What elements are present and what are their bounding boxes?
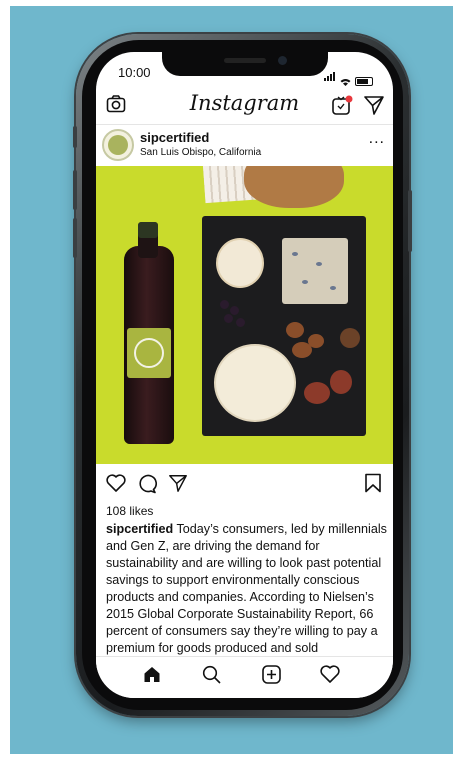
photo-cheese-vein xyxy=(302,280,308,284)
add-post-icon[interactable] xyxy=(262,665,281,684)
volume-down-button xyxy=(73,218,77,258)
status-icons xyxy=(324,68,373,86)
photo-blue-cheese xyxy=(282,238,348,304)
photo-label-seal xyxy=(134,338,164,368)
direct-message-icon[interactable] xyxy=(363,94,385,116)
photo-cheese-vein xyxy=(292,252,298,256)
caption-username[interactable]: sipcertified xyxy=(106,522,173,536)
bottom-tab-bar xyxy=(96,656,393,698)
photo-bread xyxy=(244,166,344,208)
likes-count[interactable]: 108 likes xyxy=(106,504,153,518)
battery-icon xyxy=(355,77,373,86)
photo-cheese-vein xyxy=(330,286,336,290)
photo-round-cheese xyxy=(216,238,264,288)
activity-heart-icon[interactable] xyxy=(320,665,340,683)
more-options-button[interactable]: ... xyxy=(369,130,385,148)
ig-header: Instagram xyxy=(96,86,393,125)
photo-grape xyxy=(230,306,239,315)
home-icon[interactable] xyxy=(143,665,161,683)
photo-brie xyxy=(214,344,296,422)
avatar-seal xyxy=(108,135,128,155)
photo-nut xyxy=(292,342,312,358)
caption-text: Today’s consumers, led by millennials an… xyxy=(106,522,387,655)
search-icon[interactable] xyxy=(202,665,221,684)
heart-icon[interactable] xyxy=(106,474,126,492)
photo-grape xyxy=(224,314,233,323)
post-caption: sipcertified Today’s consumers, led by m… xyxy=(106,521,390,656)
comment-icon[interactable] xyxy=(137,474,157,494)
photo-nut xyxy=(286,322,304,338)
speaker xyxy=(224,58,266,63)
post-location[interactable]: San Luis Obispo, California xyxy=(140,147,261,158)
signal-icon xyxy=(324,68,336,86)
post-header: sipcertified San Luis Obispo, California… xyxy=(96,126,393,166)
post-username[interactable]: sipcertified xyxy=(140,130,209,145)
photo-bottle-cap xyxy=(138,222,158,238)
photo-cheese-vein xyxy=(316,262,322,266)
bookmark-icon[interactable] xyxy=(364,473,382,493)
phone-screen: 10:00 Instagram sipcertified San Luis Ob… xyxy=(96,52,393,698)
photo-grape xyxy=(220,300,229,309)
status-time: 10:00 xyxy=(118,65,151,80)
photo-grape xyxy=(236,318,245,327)
photo-fig xyxy=(304,382,330,404)
wifi-icon xyxy=(340,79,351,86)
post-actions xyxy=(96,466,393,500)
photo-fig xyxy=(330,370,352,394)
photo-nut xyxy=(340,328,360,348)
volume-up-button xyxy=(73,170,77,210)
share-icon[interactable] xyxy=(168,473,188,493)
power-button xyxy=(408,190,412,252)
mute-switch xyxy=(73,126,77,148)
front-camera xyxy=(278,56,287,65)
igtv-icon[interactable] xyxy=(331,94,353,116)
notch xyxy=(162,52,328,76)
post-image[interactable] xyxy=(96,166,393,464)
photo-bottle-label xyxy=(127,328,171,378)
avatar[interactable] xyxy=(102,129,134,161)
